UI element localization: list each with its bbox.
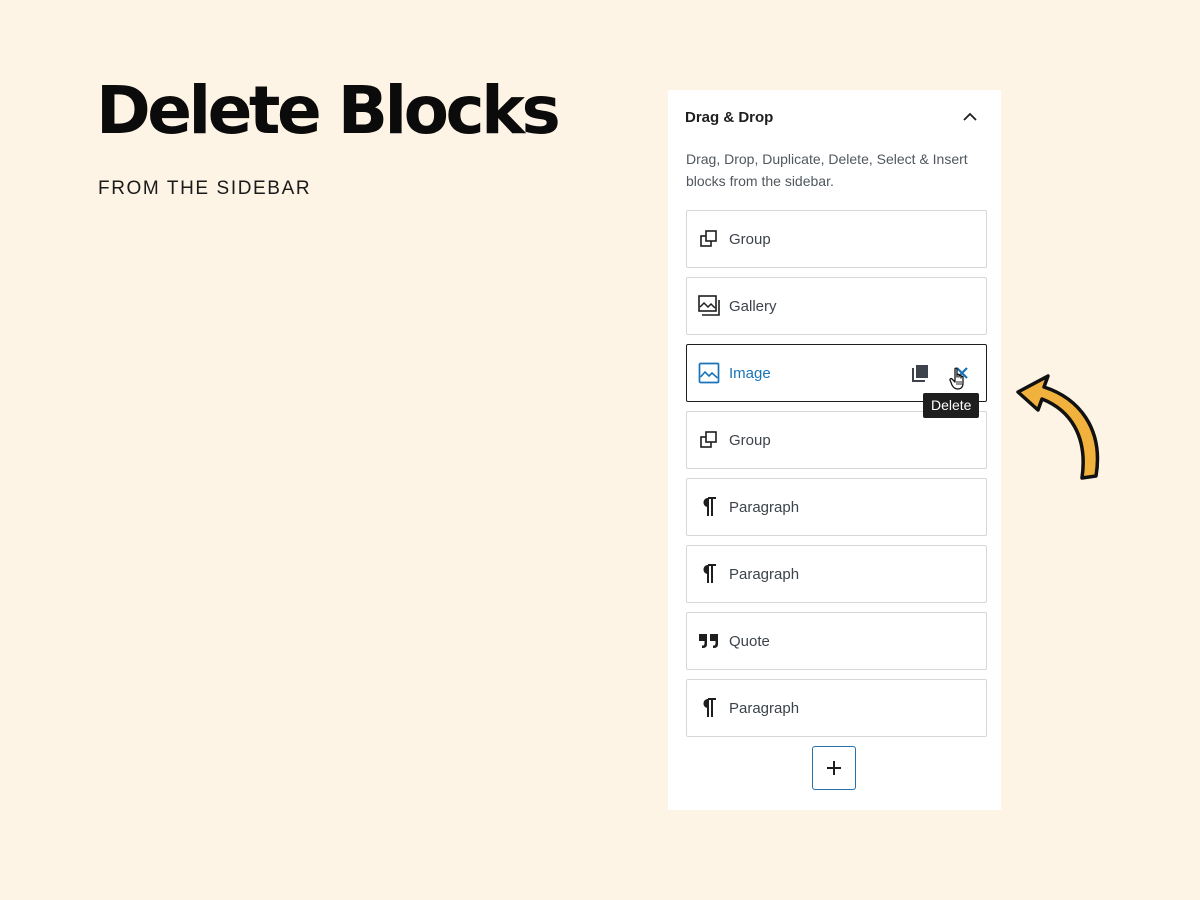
page-title: Delete Blocks <box>96 72 561 149</box>
block-label: Group <box>729 431 771 449</box>
paragraph-icon <box>698 496 720 518</box>
curved-arrow-icon <box>1016 374 1100 480</box>
panel-header[interactable]: Drag & Drop <box>685 106 981 128</box>
duplicate-icon <box>912 365 928 382</box>
block-item-paragraph[interactable]: Paragraph <box>686 545 987 603</box>
block-item-gallery[interactable]: Gallery <box>686 277 987 335</box>
plus-icon <box>827 761 841 775</box>
drag-drop-panel: Drag & Drop Drag, Drop, Duplicate, Delet… <box>668 90 1001 810</box>
block-item-group[interactable]: Group <box>686 411 987 469</box>
block-item-quote[interactable]: Quote <box>686 612 987 670</box>
block-label: Quote <box>729 632 770 650</box>
block-label: Gallery <box>729 297 777 315</box>
group-icon <box>698 429 720 451</box>
block-list: Group Gallery Image Delete Group Paragra… <box>686 210 987 746</box>
block-label: Paragraph <box>729 498 800 516</box>
paragraph-icon <box>698 697 720 719</box>
panel-description: Drag, Drop, Duplicate, Delete, Select & … <box>686 151 968 189</box>
chevron-up-icon <box>963 112 977 121</box>
image-icon <box>698 362 720 384</box>
block-label: Paragraph <box>729 699 800 717</box>
quote-icon <box>698 630 720 652</box>
add-block-button[interactable] <box>812 746 856 790</box>
collapse-button[interactable] <box>959 106 981 128</box>
block-item-paragraph[interactable]: Paragraph <box>686 478 987 536</box>
paragraph-icon <box>698 563 720 585</box>
panel-title: Drag & Drop <box>685 108 774 126</box>
block-item-group[interactable]: Group <box>686 210 987 268</box>
delete-tooltip: Delete <box>923 393 980 418</box>
block-label: Group <box>729 230 771 248</box>
block-label: Image <box>729 364 771 382</box>
page-subtitle: FROM THE SIDEBAR <box>98 178 312 199</box>
pointer-hand-icon <box>949 367 964 390</box>
group-icon <box>698 228 720 250</box>
block-label: Paragraph <box>729 565 800 583</box>
duplicate-button[interactable] <box>910 363 930 383</box>
block-item-image[interactable]: Image Delete <box>686 344 987 418</box>
gallery-icon <box>698 295 720 317</box>
block-item-paragraph[interactable]: Paragraph <box>686 679 987 737</box>
